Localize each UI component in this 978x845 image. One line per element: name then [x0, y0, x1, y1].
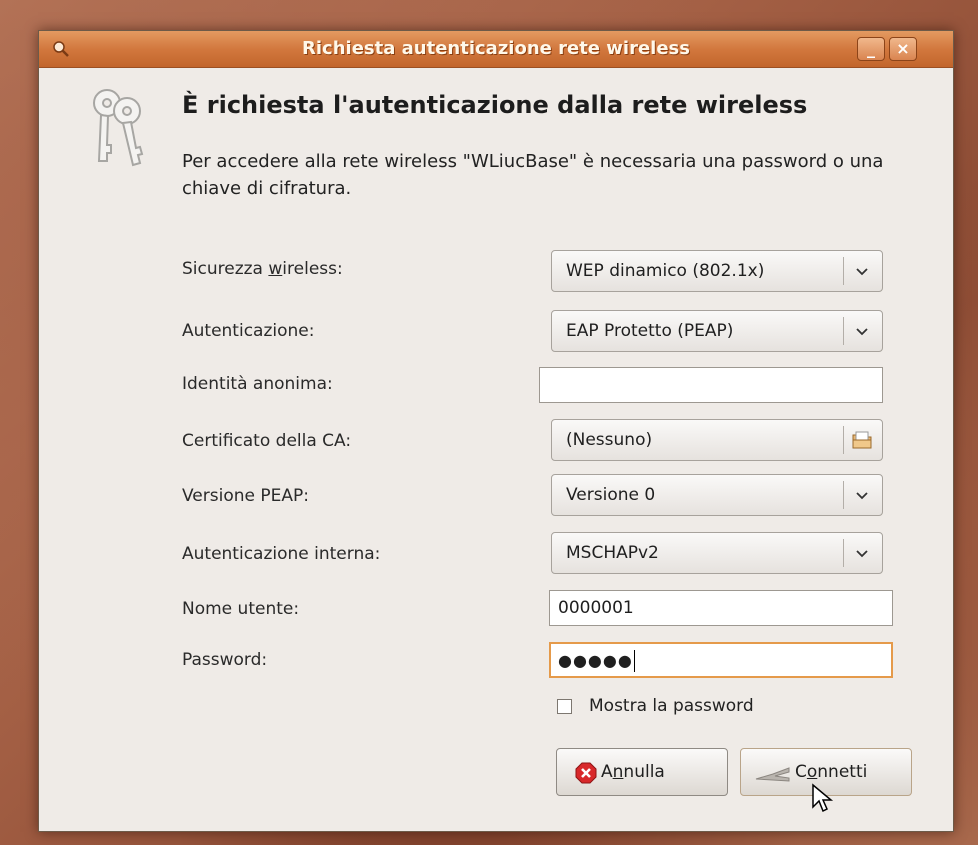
anonymous-identity-label: Identità anonima: — [182, 374, 333, 394]
chevron-down-icon — [856, 328, 868, 336]
peap-version-combo[interactable]: Versione 0 — [551, 474, 883, 516]
window-title: Richiesta autenticazione rete wireless — [302, 38, 690, 59]
chevron-down-icon — [856, 268, 868, 276]
minimize-button[interactable]: _ — [857, 37, 885, 61]
combo-separator — [843, 481, 844, 509]
titlebar[interactable]: Richiesta autenticazione rete wireless _… — [39, 31, 953, 68]
inner-auth-value: MSCHAPv2 — [566, 543, 659, 563]
authentication-combo[interactable]: EAP Protetto (PEAP) — [551, 310, 883, 352]
connect-label: Connetti — [795, 762, 868, 782]
ca-certificate-value: (Nessuno) — [566, 430, 653, 450]
combo-separator — [843, 317, 844, 345]
ca-certificate-chooser[interactable]: (Nessuno) — [551, 419, 883, 461]
dialog-description: Per accedere alla rete wireless "WLiucBa… — [182, 151, 884, 199]
chooser-separator — [843, 426, 844, 454]
password-input[interactable]: ●●●●● — [549, 642, 893, 678]
show-password-checkbox[interactable] — [557, 699, 572, 714]
chevron-down-icon — [856, 550, 868, 558]
username-label: Nome utente: — [182, 599, 300, 619]
keys-icon — [93, 89, 144, 167]
peap-version-value: Versione 0 — [566, 485, 656, 505]
mouse-pointer-icon — [812, 783, 834, 813]
anonymous-identity-input[interactable] — [539, 367, 883, 403]
close-button[interactable]: × — [889, 37, 917, 61]
security-value: WEP dinamico (802.1x) — [566, 261, 765, 281]
password-value: ●●●●● — [558, 651, 633, 670]
authentication-value: EAP Protetto (PEAP) — [566, 321, 734, 341]
inner-auth-combo[interactable]: MSCHAPv2 — [551, 532, 883, 574]
network-plug-icon — [755, 767, 790, 782]
inner-auth-label: Autenticazione interna: — [182, 544, 381, 564]
password-label: Password: — [182, 650, 268, 670]
folder-icon — [852, 431, 872, 449]
cancel-label: Annulla — [601, 762, 665, 782]
text-caret — [633, 650, 635, 672]
cancel-button[interactable]: Annulla — [556, 748, 728, 796]
combo-separator — [843, 539, 844, 567]
combo-separator — [843, 257, 844, 285]
show-password-label[interactable]: Mostra la password — [589, 696, 754, 716]
ca-certificate-label: Certificato della CA: — [182, 431, 352, 451]
auth-dialog-window: Richiesta autenticazione rete wireless _… — [38, 30, 954, 832]
security-label: Sicurezza wireless: — [182, 259, 343, 279]
chevron-down-icon — [856, 492, 868, 500]
security-combo[interactable]: WEP dinamico (802.1x) — [551, 250, 883, 292]
authentication-label: Autenticazione: — [182, 321, 315, 341]
peap-version-label: Versione PEAP: — [182, 486, 309, 506]
dialog-heading: È richiesta l'autenticazione dalla rete … — [182, 91, 808, 119]
username-input[interactable]: 0000001 — [549, 590, 893, 626]
cancel-icon — [575, 762, 597, 784]
